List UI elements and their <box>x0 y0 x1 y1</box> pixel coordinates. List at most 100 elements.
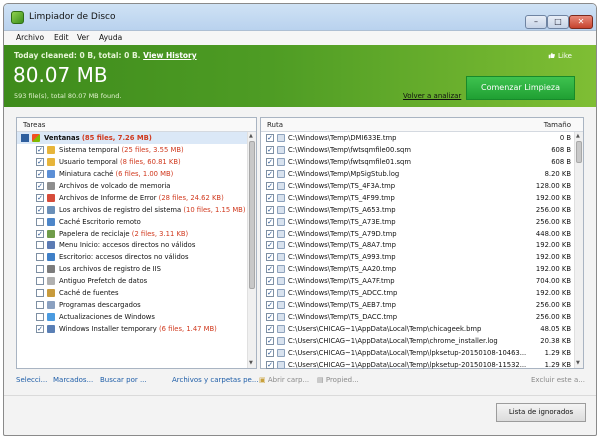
task-item[interactable]: ✓ Windows Installer temporary (6 files, 1… <box>17 323 256 335</box>
menu-ayuda[interactable]: Ayuda <box>99 33 122 42</box>
file-checkbox[interactable]: ✓ <box>266 289 274 298</box>
scroll-up-icon[interactable]: ▲ <box>576 133 580 139</box>
task-checkbox[interactable]: ✓ <box>36 205 44 214</box>
open-folder-button[interactable]: ▣ Abrir carp... <box>259 376 309 384</box>
file-row[interactable]: ✓ C:\Windows\Temp\fwtsqmfile00.sqm 608 B <box>261 144 583 156</box>
task-item[interactable]: Escritorio: accesos directos no válidos <box>17 251 256 263</box>
task-item[interactable]: Actualizaciones de Windows <box>17 311 256 323</box>
task-checkbox[interactable]: ✓ <box>36 181 44 190</box>
maximize-button[interactable]: □ <box>547 15 569 29</box>
start-cleaning-button[interactable]: Comenzar Limpieza <box>466 76 575 100</box>
file-row[interactable]: ✓ C:\Windows\Temp\TS_A8A7.tmp 192.00 KB <box>261 239 583 251</box>
tasks-scrollbar[interactable]: ▲ ▼ <box>247 132 256 368</box>
task-item[interactable]: ✓ Miniatura caché (6 files, 1.00 MB) <box>17 168 256 180</box>
marked-link[interactable]: Marcados... <box>53 376 93 384</box>
file-row[interactable]: ✓ C:\Users\CHICAG~1\AppData\Local\Temp\lp… <box>261 347 583 359</box>
task-item[interactable]: ✓ Papelera de reciclaje (2 files, 3.11 KB… <box>17 228 256 240</box>
file-checkbox[interactable]: ✓ <box>266 241 274 250</box>
view-history-link[interactable]: View History <box>143 51 197 60</box>
like-button[interactable]: Like <box>548 52 572 60</box>
task-checkbox[interactable] <box>36 241 44 250</box>
file-row[interactable]: ✓ C:\Windows\Temp\TS_A79D.tmp 448.00 KB <box>261 228 583 240</box>
tree-root-ventanas[interactable]: Ventanas (85 files, 7.26 MB) <box>17 132 256 144</box>
task-item[interactable]: Menu Inicio: accesos directos no válidos <box>17 239 256 251</box>
file-row[interactable]: ✓ C:\Users\CHICAG~1\AppData\Local\Temp\ch… <box>261 323 583 335</box>
task-checkbox[interactable] <box>36 253 44 262</box>
column-path-header[interactable]: Ruta <box>267 121 283 129</box>
task-checkbox[interactable]: ✓ <box>36 145 44 154</box>
column-size-header[interactable]: Tamaño <box>544 121 571 129</box>
file-row[interactable]: ✓ C:\Windows\Temp\TS_4F3A.tmp 128.00 KB <box>261 180 583 192</box>
file-row[interactable]: ✓ C:\Windows\Temp\MpSigStub.log 8.20 KB <box>261 168 583 180</box>
file-checkbox[interactable]: ✓ <box>266 301 274 310</box>
task-checkbox[interactable] <box>36 289 44 298</box>
menu-archivo[interactable]: Archivo <box>16 33 44 42</box>
file-row[interactable]: ✓ C:\Windows\Temp\TS_AA20.tmp 192.00 KB <box>261 263 583 275</box>
file-checkbox[interactable]: ✓ <box>266 157 274 166</box>
properties-button[interactable]: ▤ Propied... <box>317 376 359 384</box>
ignore-list-button[interactable]: Lista de ignorados <box>496 403 586 422</box>
file-row[interactable]: ✓ C:\Windows\Temp\TS_DACC.tmp 256.00 KB <box>261 311 583 323</box>
task-item[interactable]: Programas descargados <box>17 299 256 311</box>
file-checkbox[interactable]: ✓ <box>266 193 274 202</box>
scroll-down-icon[interactable]: ▼ <box>576 360 580 366</box>
task-item[interactable]: Caché de fuentes <box>17 287 256 299</box>
exclude-link[interactable]: Excluir este a... <box>531 376 585 384</box>
file-checkbox[interactable]: ✓ <box>266 145 274 154</box>
task-checkbox[interactable] <box>36 217 44 226</box>
task-checkbox[interactable]: ✓ <box>36 169 44 178</box>
file-checkbox[interactable]: ✓ <box>266 325 274 333</box>
file-row[interactable]: ✓ C:\Users\CHICAG~1\AppData\Local\Temp\ch… <box>261 335 583 347</box>
minimize-button[interactable]: – <box>525 15 547 29</box>
task-checkbox[interactable]: ✓ <box>36 325 44 333</box>
file-checkbox[interactable]: ✓ <box>266 360 274 369</box>
file-row[interactable]: ✓ C:\Windows\Temp\DMI633E.tmp 0 B <box>261 132 583 144</box>
file-checkbox[interactable]: ✓ <box>266 313 274 322</box>
file-row[interactable]: ✓ C:\Windows\Temp\TS_4F99.tmp 192.00 KB <box>261 192 583 204</box>
task-checkbox[interactable] <box>36 313 44 322</box>
file-checkbox[interactable]: ✓ <box>266 229 274 238</box>
task-checkbox[interactable]: ✓ <box>36 157 44 166</box>
file-checkbox[interactable]: ✓ <box>266 217 274 226</box>
file-row[interactable]: ✓ C:\Users\CHICAG~1\AppData\Local\Temp\lp… <box>261 359 583 371</box>
task-item[interactable]: Los archivos de registro de IIS <box>17 263 256 275</box>
reanalyze-link[interactable]: Volver a analizar <box>403 92 461 100</box>
file-row[interactable]: ✓ C:\Windows\Temp\TS_A73E.tmp 256.00 KB <box>261 216 583 228</box>
task-item[interactable]: ✓ Archivos de volcado de memoria <box>17 180 256 192</box>
select-link[interactable]: Selecci... <box>16 376 47 384</box>
file-checkbox[interactable]: ✓ <box>266 169 274 178</box>
task-checkbox[interactable] <box>36 265 44 274</box>
file-row[interactable]: ✓ C:\Windows\Temp\TS_AA7F.tmp 704.00 KB <box>261 275 583 287</box>
scroll-up-icon[interactable]: ▲ <box>249 133 253 139</box>
task-checkbox[interactable]: ✓ <box>36 193 44 202</box>
menu-edit[interactable]: Edit <box>54 33 69 42</box>
file-checkbox[interactable]: ✓ <box>266 253 274 262</box>
task-checkbox[interactable] <box>36 301 44 310</box>
search-by-link[interactable]: Buscar por ... <box>100 376 147 384</box>
task-checkbox[interactable] <box>36 277 44 286</box>
task-item[interactable]: Caché Escritorio remoto <box>17 216 256 228</box>
collapse-toggle-icon[interactable] <box>21 134 29 142</box>
files-scrollbar-thumb[interactable] <box>576 141 582 163</box>
task-item[interactable]: ✓ Sistema temporal (25 files, 3.55 MB) <box>17 144 256 156</box>
file-checkbox[interactable]: ✓ <box>266 265 274 274</box>
task-item[interactable]: ✓ Archivos de Informe de Error (28 files,… <box>17 192 256 204</box>
files-folders-link[interactable]: Archivos y carpetas pe... <box>172 376 259 384</box>
file-row[interactable]: ✓ C:\Windows\Temp\TS_A653.tmp 256.00 KB <box>261 204 583 216</box>
file-row[interactable]: ✓ C:\Windows\Temp\fwtsqmfile01.sqm 608 B <box>261 156 583 168</box>
task-item[interactable]: ✓ Los archivos de registro del sistema (1… <box>17 204 256 216</box>
menu-ver[interactable]: Ver <box>77 33 89 42</box>
task-checkbox[interactable]: ✓ <box>36 229 44 238</box>
task-item[interactable]: ✓ Usuario temporal (8 files, 60.81 KB) <box>17 156 256 168</box>
task-item[interactable]: Antiguo Prefetch de datos <box>17 275 256 287</box>
close-button[interactable]: ✕ <box>569 15 593 29</box>
file-row[interactable]: ✓ C:\Windows\Temp\TS_AEB7.tmp 256.00 KB <box>261 299 583 311</box>
file-checkbox[interactable]: ✓ <box>266 134 274 142</box>
file-checkbox[interactable]: ✓ <box>266 205 274 214</box>
file-row[interactable]: ✓ C:\Windows\Temp\TS_ADCC.tmp 192.00 KB <box>261 287 583 299</box>
scroll-down-icon[interactable]: ▼ <box>249 360 253 366</box>
tasks-scrollbar-thumb[interactable] <box>249 141 255 289</box>
file-checkbox[interactable]: ✓ <box>266 181 274 190</box>
file-checkbox[interactable]: ✓ <box>266 277 274 286</box>
files-scrollbar[interactable]: ▲ ▼ <box>574 132 583 368</box>
